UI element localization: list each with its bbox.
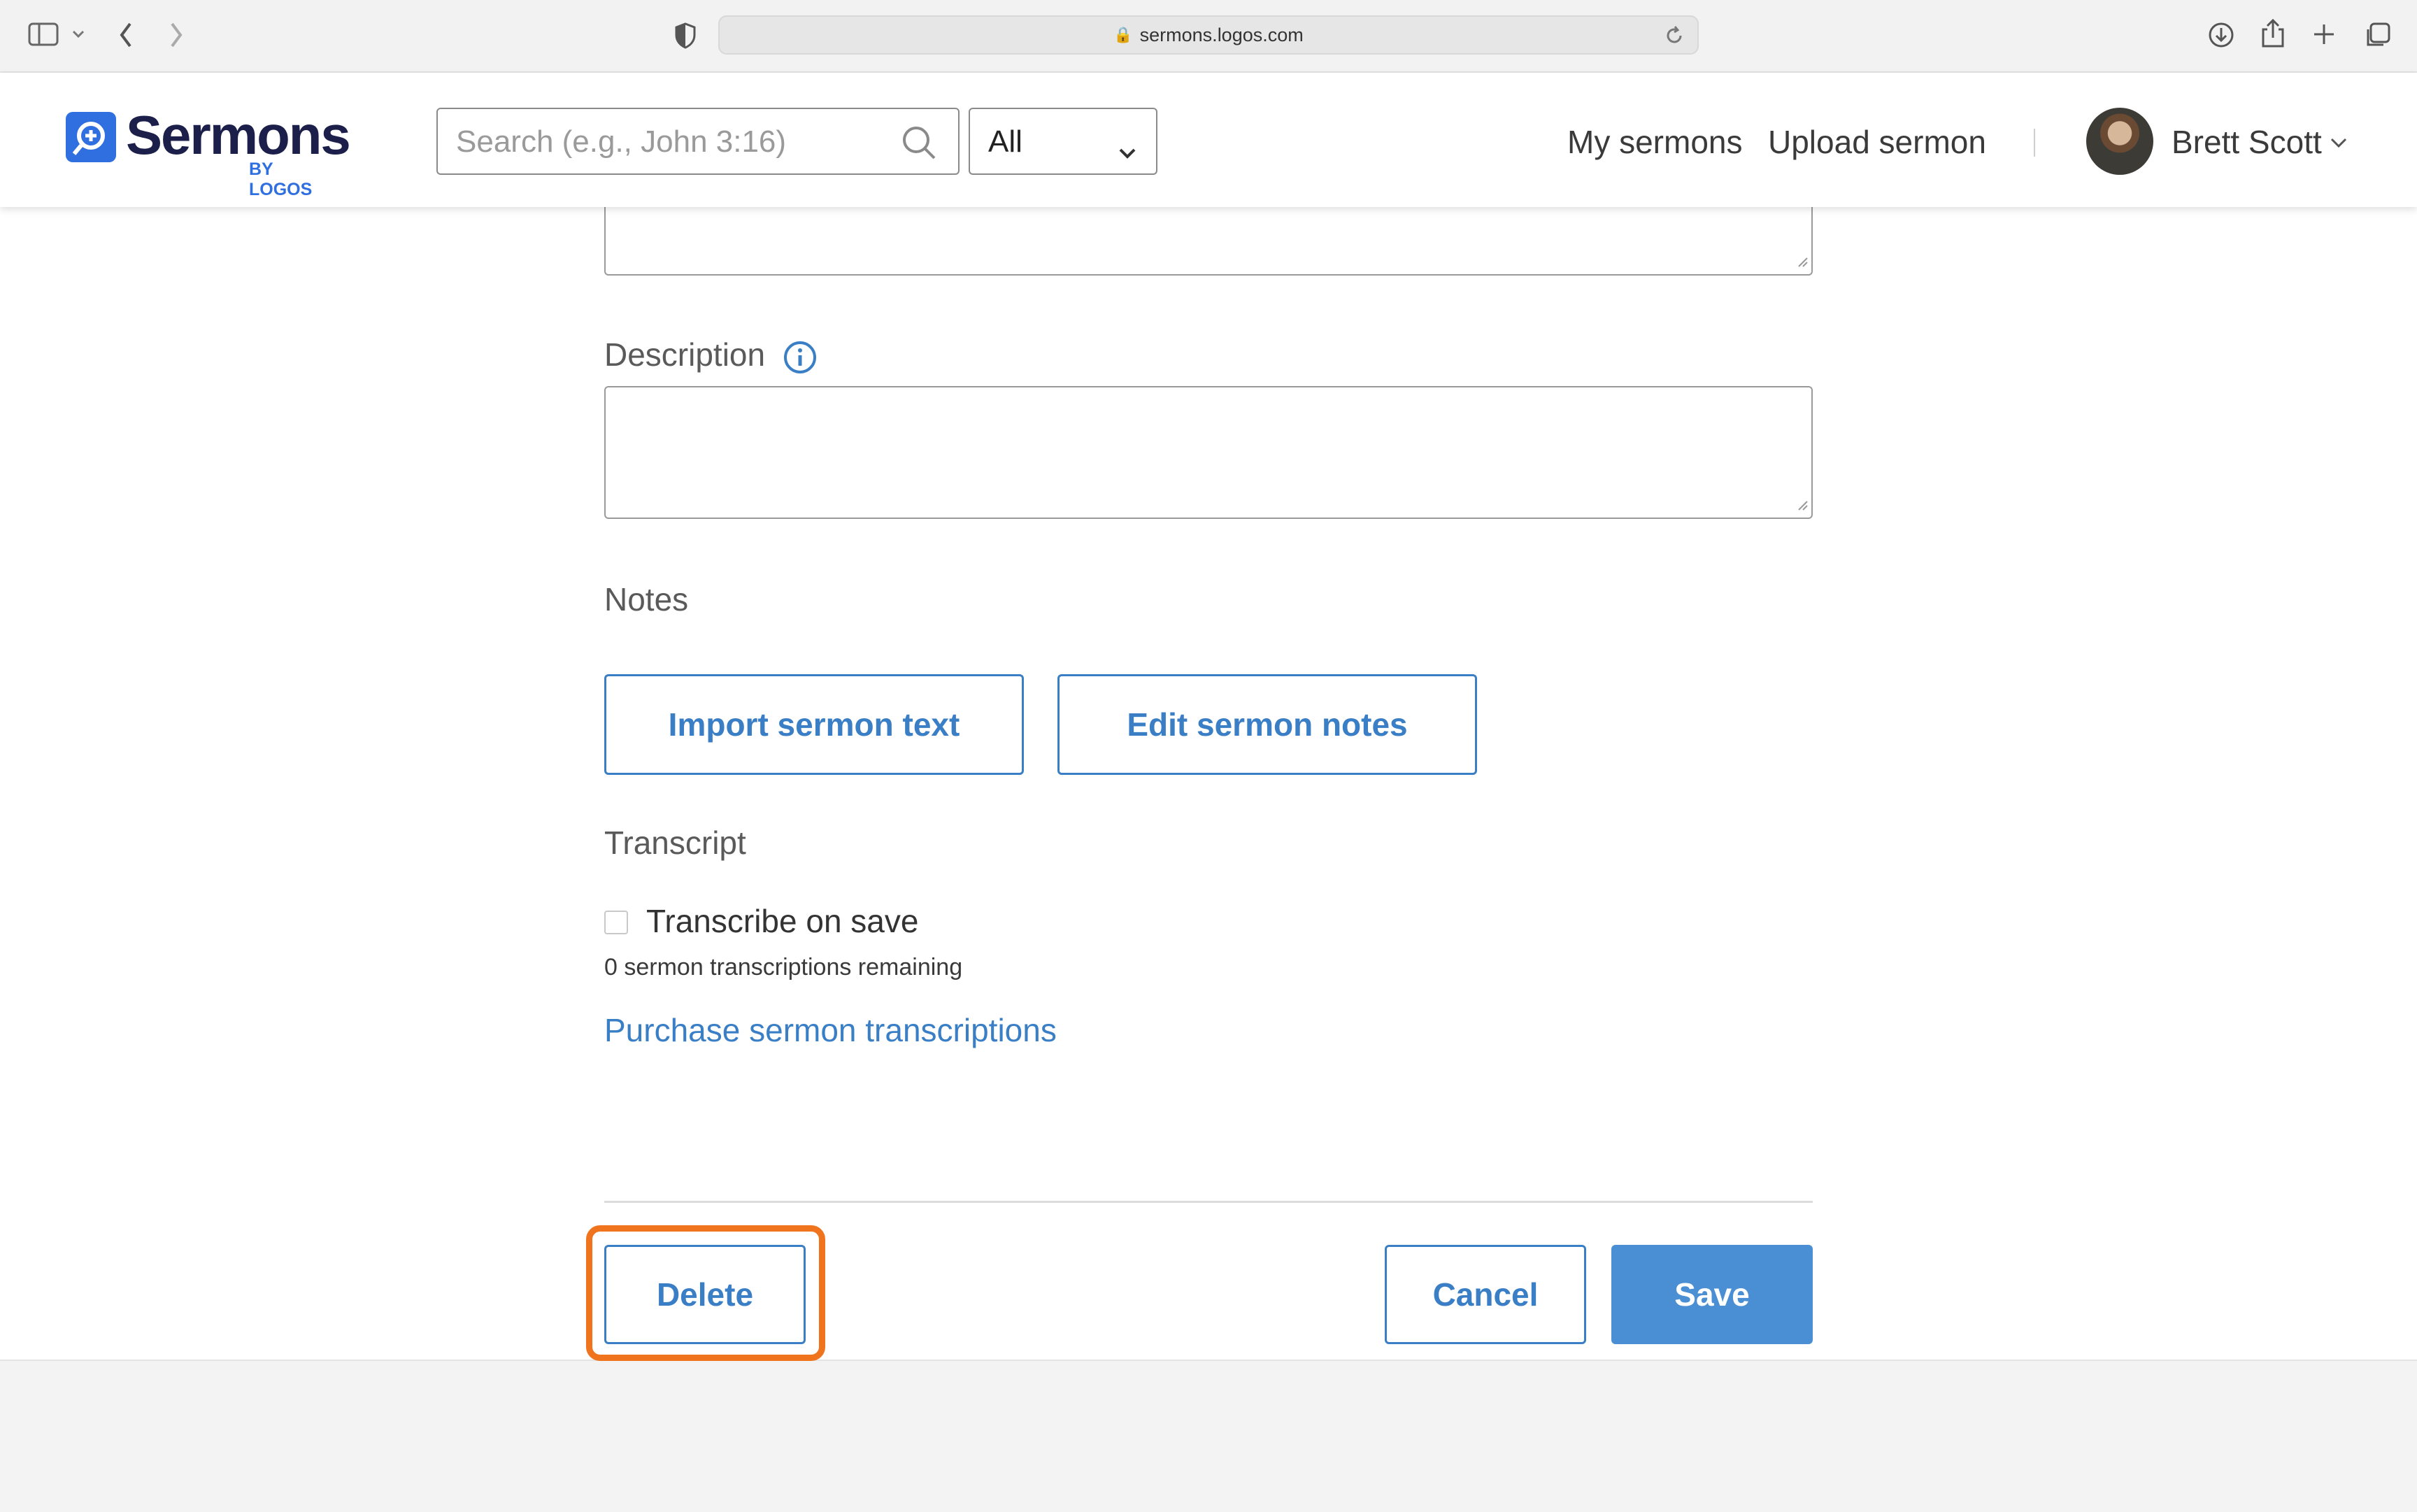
- notes-label: Notes: [604, 581, 689, 618]
- search-input[interactable]: [455, 119, 891, 165]
- logo-subtext: BY LOGOS: [249, 159, 313, 199]
- address-bar[interactable]: 🔒 sermons.logos.com: [718, 15, 1699, 55]
- form-divider: [604, 1201, 1813, 1203]
- downloads-icon[interactable]: [2207, 21, 2235, 52]
- back-icon[interactable]: [117, 21, 134, 52]
- logo-text: Sermons: [126, 104, 351, 166]
- transcriptions-remaining: 0 sermon transcriptions remaining: [604, 954, 963, 980]
- search-box: [436, 108, 960, 175]
- description-label: Description: [604, 336, 766, 373]
- description-field[interactable]: [604, 386, 1813, 519]
- privacy-shield-icon[interactable]: [674, 22, 697, 52]
- sermons-logo[interactable]: Sermons BY LOGOS: [66, 104, 351, 199]
- browser-toolbar: 🔒 sermons.logos.com: [0, 0, 2417, 73]
- logo-mark-icon: [66, 112, 116, 162]
- info-icon[interactable]: [783, 340, 818, 378]
- resize-handle-icon[interactable]: [1797, 257, 1809, 271]
- url-text: sermons.logos.com: [1139, 24, 1304, 45]
- upload-sermon-link[interactable]: Upload sermon: [1768, 123, 1986, 161]
- sidebar-toggle-icon[interactable]: [28, 22, 59, 50]
- lock-icon: 🔒: [1113, 26, 1133, 43]
- search-scope-select[interactable]: All: [969, 108, 1157, 175]
- reload-icon[interactable]: [1664, 25, 1685, 50]
- avatar[interactable]: [2086, 108, 2153, 175]
- import-sermon-text-button[interactable]: Import sermon text: [604, 674, 1024, 775]
- purchase-transcriptions-link[interactable]: Purchase sermon transcriptions: [604, 1011, 1057, 1049]
- new-tab-icon[interactable]: [2312, 22, 2336, 50]
- my-sermons-link[interactable]: My sermons: [1567, 123, 1742, 161]
- search-icon[interactable]: [901, 124, 937, 164]
- chevron-down-icon[interactable]: [2330, 137, 2348, 153]
- page-footer-area: [0, 1360, 2417, 1512]
- cancel-button[interactable]: Cancel: [1385, 1245, 1586, 1344]
- tab-overview-icon[interactable]: [2364, 21, 2392, 52]
- delete-highlight-frame: [586, 1225, 825, 1361]
- edit-sermon-notes-button[interactable]: Edit sermon notes: [1057, 674, 1477, 775]
- transcript-label: Transcript: [604, 825, 746, 861]
- share-icon[interactable]: [2260, 18, 2286, 52]
- transcribe-label[interactable]: Transcribe on save: [646, 902, 918, 940]
- chevron-down-icon: [1118, 133, 1136, 168]
- user-name[interactable]: Brett Scott: [2172, 123, 2322, 161]
- transcribe-checkbox[interactable]: [604, 911, 628, 934]
- resize-handle-icon[interactable]: [1797, 500, 1809, 515]
- search-scope-value: All: [988, 124, 1022, 159]
- nav-divider: [2034, 129, 2035, 157]
- save-button[interactable]: Save: [1611, 1245, 1813, 1344]
- forward-icon[interactable]: [168, 21, 185, 52]
- site-header: Sermons BY LOGOS All My sermons Upload s…: [0, 73, 2417, 207]
- chevron-down-icon[interactable]: [71, 29, 85, 43]
